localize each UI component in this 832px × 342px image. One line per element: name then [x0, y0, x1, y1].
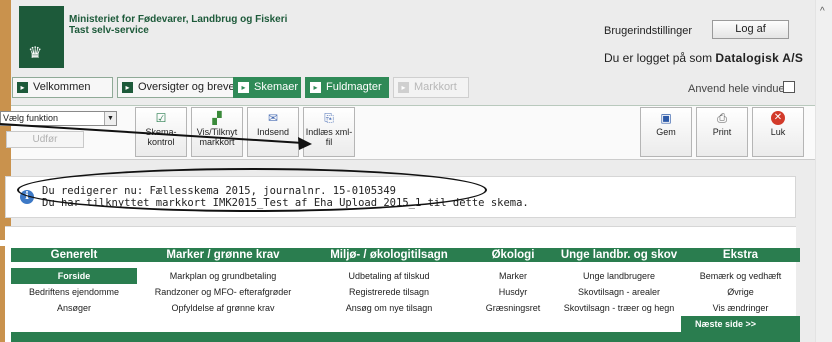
nav-link-bemaerk[interactable]: Bemærk og vedhæft [681, 268, 800, 284]
scrollbar[interactable]: ^ [815, 0, 832, 342]
indlaes-label-1: Indlæs xml- [305, 127, 353, 137]
tab-label: Fuldmagter [326, 81, 382, 93]
vis-label-1: Vis/Tilknyt [196, 127, 238, 137]
annotation-ellipse [17, 168, 487, 212]
tab-label: Velkommen [33, 81, 91, 93]
send-icon: ✉ [267, 111, 279, 125]
arrow-right-icon: ▸ [310, 82, 321, 93]
udfor-button[interactable]: Udfør [6, 131, 84, 148]
print-button[interactable]: ⎙ Print [696, 107, 748, 157]
nav-header-okologi: Økologi [491, 249, 535, 261]
function-select-value: Vælg funktion [3, 113, 59, 123]
close-icon: ✕ [771, 111, 785, 125]
logout-button[interactable]: Log af [712, 20, 789, 39]
nav-header-marker: Marker / grønne krav [166, 249, 280, 261]
tab-markkort[interactable]: ▸ Markkort [393, 77, 469, 98]
vis-label-2: markkort [199, 137, 235, 147]
map-icon: ▞ [212, 111, 222, 125]
save-icon: ▣ [660, 111, 672, 125]
gem-label: Gem [656, 127, 676, 137]
import-file-icon: ⎘ [324, 111, 334, 125]
luk-button[interactable]: ✕ Luk [752, 107, 804, 157]
logged-in-prefix: Du er logget på som [604, 51, 713, 65]
nav-link-unge-landbrugere[interactable]: Unge landbrugere [557, 268, 681, 284]
nav-link-ansoger[interactable]: Ansøger [11, 300, 137, 316]
nav-link-udbetaling[interactable]: Udbetaling af tilskud [309, 268, 469, 284]
nav-link-husdyr[interactable]: Husdyr [469, 284, 557, 300]
tab-label: Oversigter og breve [138, 81, 235, 93]
tab-label: Skemaer [254, 81, 299, 93]
indsend-label: Indsend [256, 127, 290, 137]
nav-link-markplan[interactable]: Markplan og grundbetaling [137, 268, 309, 284]
nav-header-unge: Unge landbr. og skov [560, 249, 678, 261]
skemakontrol-label-2: kontrol [147, 137, 175, 147]
nav-link-forside[interactable]: Forside [11, 268, 137, 284]
indlaes-label-2: fil [325, 137, 333, 147]
nav-link-marker[interactable]: Marker [469, 268, 557, 284]
checklist-icon: ☑ [155, 111, 167, 125]
nav-link-graesningsret[interactable]: Græsningsret [469, 300, 557, 316]
nav-link-ovrige[interactable]: Øvrige [681, 284, 800, 300]
gem-button[interactable]: ▣ Gem [640, 107, 692, 157]
tab-fuldmagter[interactable]: ▸ Fuldmagter [305, 77, 389, 98]
chevron-down-icon: ▼ [104, 112, 116, 125]
next-page-link[interactable]: Næste side >> [681, 316, 800, 332]
scroll-up-icon: ^ [820, 6, 825, 17]
nav-link-skov-traeer[interactable]: Skovtilsagn - træer og hegn [557, 300, 681, 316]
navigation-footer-bar [11, 332, 800, 342]
arrow-right-icon: ▸ [17, 82, 28, 93]
arrow-right-icon: ▸ [122, 82, 133, 93]
tab-velkommen[interactable]: ▸ Velkommen [12, 77, 113, 98]
skemakontrol-button[interactable]: ☑ Skema- kontrol [135, 107, 187, 157]
vis-tilknyt-markkort-button[interactable]: ▞ Vis/Tilknyt markkort [191, 107, 243, 157]
crown-icon: ♛ [28, 45, 43, 62]
indlaes-xml-button[interactable]: ⎘ Indlæs xml- fil [303, 107, 355, 157]
toolbar [11, 105, 815, 160]
skemakontrol-label-1: Skema- [145, 127, 177, 137]
nav-link-vis-aendringer[interactable]: Vis ændringer [681, 300, 800, 316]
tab-skemaer[interactable]: ▸ Skemaer [233, 77, 301, 98]
header: ♛ Ministeriet for Fødevarer, Landbrug og… [11, 0, 815, 105]
nav-header-generelt: Generelt [50, 249, 98, 261]
arrow-right-icon: ▸ [398, 82, 409, 93]
ministry-logo: ♛ [19, 6, 64, 68]
user-settings-link[interactable]: Brugerindstillinger [604, 25, 692, 37]
nav-link-opfyldelse[interactable]: Opfyldelse af grønne krav [137, 300, 309, 316]
ministry-line1: Ministeriet for Fødevarer, Landbrug og F… [69, 14, 288, 25]
function-select[interactable]: Vælg funktion ▼ [0, 111, 117, 126]
ministry-line2: Tast selv-service [69, 25, 149, 36]
nav-header-ekstra: Ekstra [722, 249, 759, 261]
indsend-button[interactable]: ✉ Indsend [247, 107, 299, 157]
luk-label: Luk [770, 127, 786, 137]
print-label: Print [712, 127, 732, 137]
logged-in-status: Du er logget på som Datalogisk A/S [604, 51, 803, 65]
nav-header-miljo: Miljø- / økologitilsagn [330, 249, 448, 261]
nav-link-skov-arealer[interactable]: Skovtilsagn - arealer [557, 284, 681, 300]
logged-in-user: Datalogisk A/S [715, 51, 804, 65]
arrow-right-icon: ▸ [238, 82, 249, 93]
apply-window-checkbox[interactable] [783, 81, 795, 93]
nav-link-registrerede[interactable]: Registrerede tilsagn [309, 284, 469, 300]
nav-link-ejendomme[interactable]: Bedriftens ejendomme [11, 284, 137, 300]
nav-link-randzoner[interactable]: Randzoner og MFO- efterafgrøder [137, 284, 309, 300]
ministry-name: Ministeriet for Fødevarer, Landbrug og F… [69, 14, 287, 36]
tab-label: Markkort [414, 81, 457, 93]
apply-window-label: Anvend hele vinduet [688, 83, 788, 95]
nav-link-ansog-tilsagn[interactable]: Ansøg om nye tilsagn [309, 300, 469, 316]
printer-icon: ⎙ [717, 111, 727, 125]
tab-oversigter[interactable]: ▸ Oversigter og breve [117, 77, 240, 98]
